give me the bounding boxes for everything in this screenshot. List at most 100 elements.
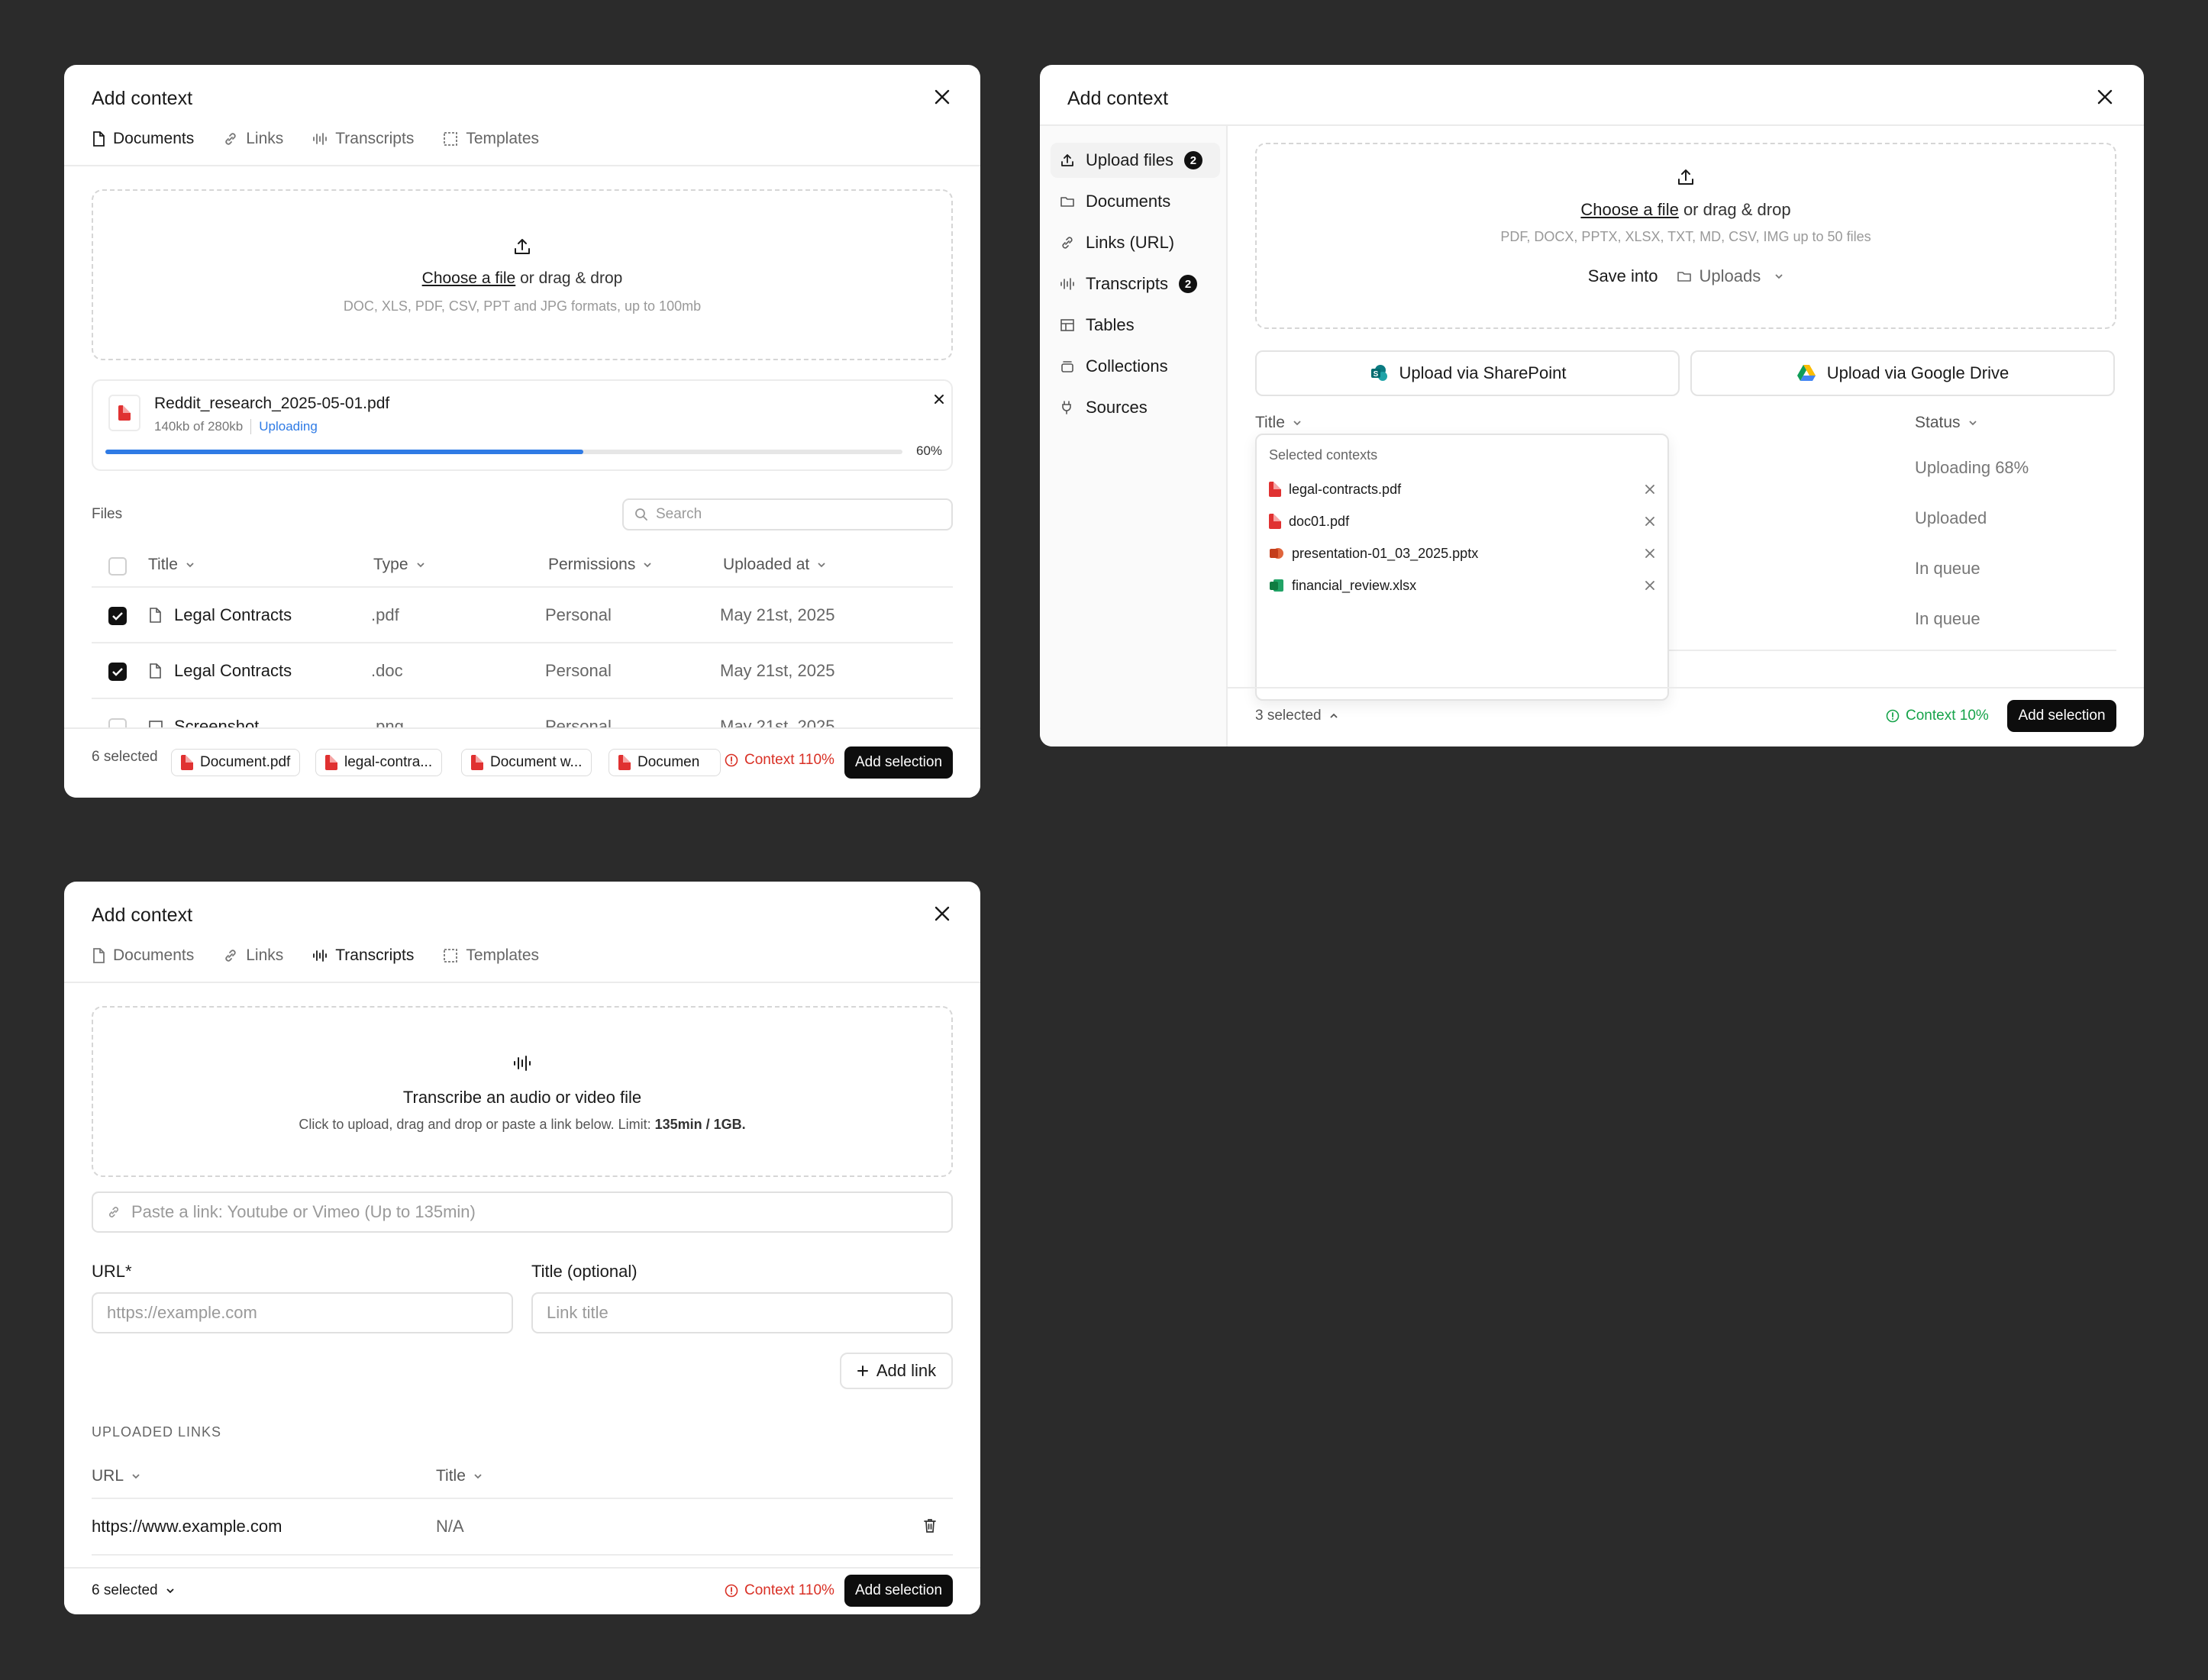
info-circle-icon [1886,709,1900,723]
add-selection-button[interactable]: Add selection [2007,700,2116,732]
url-input[interactable]: https://example.com [92,1292,513,1333]
add-context-dialog-documents: Add context Documents Links Transcripts … [64,65,980,798]
add-link-button[interactable]: Add link [840,1353,953,1389]
column-header-url[interactable]: URL [92,1467,140,1485]
tab-bar: Documents Links Transcripts Templates [92,124,539,154]
dialog-title: Add context [1067,88,1169,109]
row-checkbox[interactable] [108,607,127,625]
close-button[interactable] [2090,82,2120,112]
column-header-permissions[interactable]: Permissions [548,556,652,574]
sharepoint-icon: S [1370,365,1387,381]
close-button[interactable] [927,898,957,929]
selected-chip[interactable]: legal-contra... [315,749,443,776]
title-input[interactable]: Link title [531,1292,953,1333]
remove-icon[interactable] [1645,516,1655,527]
sidebar-item-sources[interactable]: Sources [1051,390,1220,425]
count-badge: 2 [1178,275,1197,293]
file-dropzone[interactable]: Choose a file or drag & drop PDF, DOCX, … [1255,143,2116,329]
link-icon [108,1207,119,1217]
remove-icon[interactable] [1645,548,1655,559]
dialog-title: Add context [92,88,193,109]
button-label: Upload via SharePoint [1399,363,1567,382]
close-icon [935,395,944,404]
input-placeholder: Link title [547,1303,608,1322]
chip-label: Documen [638,754,700,770]
transcribe-dropzone[interactable]: Transcribe an audio or video file Click … [92,1006,953,1177]
upload-sharepoint-button[interactable]: S Upload via SharePoint [1255,350,1680,396]
selected-count-toggle[interactable]: 3 selected [1255,708,1338,724]
paste-link-input[interactable]: Paste a link: Youtube or Vimeo (Up to 13… [92,1191,953,1233]
divider [64,165,980,166]
tab-transcripts[interactable]: Transcripts [312,940,414,971]
chevron-down-icon [1775,274,1783,279]
row-url[interactable]: https://www.example.com [92,1517,282,1537]
link-icon [225,950,236,962]
sidebar-item-label: Links (URL) [1086,233,1175,252]
close-button[interactable] [927,82,957,112]
sidebar-item-label: Collections [1086,356,1168,376]
divider [92,698,953,699]
cancel-upload-button[interactable] [933,393,945,409]
tab-documents[interactable]: Documents [92,124,194,154]
context-text: Context 10% [1906,708,1989,724]
selected-contexts-popover: Selected contexts legal-contracts.pdf do… [1255,434,1669,701]
column-header-title[interactable]: Title [1255,414,1302,432]
tab-transcripts[interactable]: Transcripts [312,124,414,154]
alert-circle-icon [725,1584,738,1598]
tab-templates[interactable]: Templates [443,124,539,154]
tab-links[interactable]: Links [223,940,283,971]
file-icon [93,131,105,147]
sidebar-item-tables[interactable]: Tables [1051,308,1220,343]
choose-file-link[interactable]: Choose a file [422,269,516,287]
divider [92,1554,953,1556]
row-title: Legal Contracts [174,605,292,624]
sidebar-item-documents[interactable]: Documents [1051,184,1220,219]
row-checkbox[interactable] [108,663,127,681]
tab-links[interactable]: Links [223,124,283,154]
remove-icon[interactable] [1645,484,1655,495]
column-label: Status [1915,414,1961,431]
selected-chip[interactable]: Documen [608,749,721,776]
column-header-title[interactable]: Title [148,556,195,574]
upload-google-drive-button[interactable]: Upload via Google Drive [1690,350,2115,396]
divider [92,586,953,588]
uploaded-links-heading: UPLOADED LINKS [92,1424,222,1440]
choose-file-link[interactable]: Choose a file [1580,200,1678,219]
selected-chip[interactable]: Document.pdf [171,749,301,776]
add-selection-button[interactable]: Add selection [844,1575,953,1607]
column-header-status[interactable]: Status [1915,414,1977,432]
column-header-type[interactable]: Type [373,556,425,574]
tab-documents[interactable]: Documents [92,940,194,971]
tab-templates[interactable]: Templates [443,940,539,971]
select-all-checkbox[interactable] [108,557,127,576]
chevron-down-icon [1293,421,1301,426]
button-label: Upload via Google Drive [1826,363,2009,382]
file-dropzone[interactable]: Choose a file or drag & drop DOC, XLS, P… [92,189,953,360]
sidebar-item-links[interactable]: Links (URL) [1051,225,1220,260]
row-status: In queue [1915,609,1980,628]
table-icon [1060,319,1074,331]
dashed-square-icon [444,132,458,146]
sidebar-item-upload-files[interactable]: Upload files 2 [1051,143,1220,178]
add-selection-button[interactable]: Add selection [844,746,953,779]
sidebar-item-transcripts[interactable]: Transcripts 2 [1051,266,1220,301]
row-uploaded: May 21st, 2025 [720,661,835,680]
tab-label: Links [246,946,284,964]
tab-bar: Documents Links Transcripts Templates [92,940,539,971]
column-label: Permissions [548,556,636,573]
chip-label: legal-contra... [344,754,433,770]
remove-icon[interactable] [1645,580,1655,591]
add-context-dialog-upload: Add context Upload files 2 Documents Lin… [1040,65,2144,746]
selected-count-toggle[interactable]: 6 selected [92,1582,175,1599]
chevron-down-icon [416,563,424,568]
column-header-title[interactable]: Title [436,1467,483,1485]
folder-select[interactable]: Uploads [1677,266,1784,286]
url-label: URL* [92,1262,132,1281]
files-heading: Files [92,506,123,522]
sidebar-item-collections[interactable]: Collections [1051,349,1220,384]
column-header-uploaded-at[interactable]: Uploaded at [723,556,826,574]
sidebar-item-label: Documents [1086,192,1171,211]
selected-chip[interactable]: Document w... [461,749,592,776]
trash-icon[interactable] [922,1517,938,1534]
search-input[interactable]: Search [622,498,953,530]
